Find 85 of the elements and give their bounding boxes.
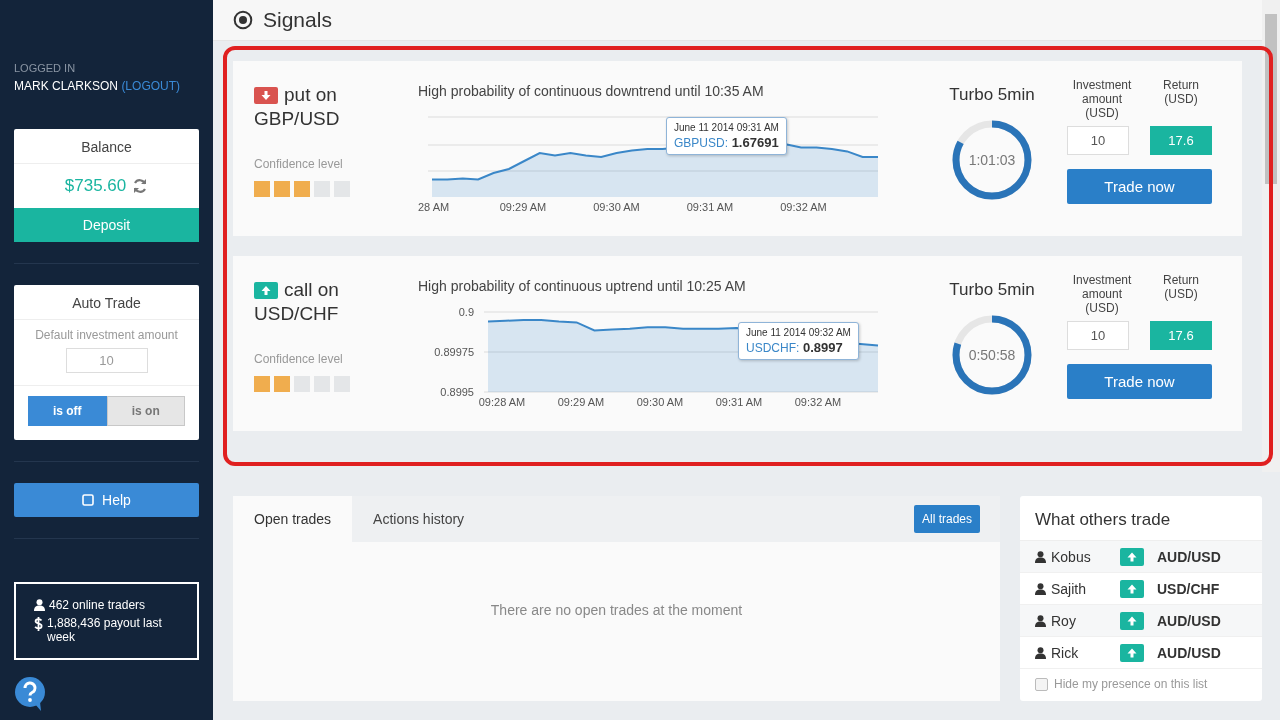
currency-pair: AUD/USD [1157, 644, 1221, 661]
axis-label: 28 AM [418, 201, 450, 213]
toggle-option[interactable]: is off [28, 396, 107, 426]
trader-name: Sajith [1051, 580, 1088, 597]
field-label: Default investment amount [34, 327, 179, 344]
target-icon [233, 10, 253, 30]
product-name: Turbo 5min [949, 85, 1035, 105]
trader-name: Kobus [1051, 548, 1092, 565]
stat-text: 1,888,436 payout last week [47, 616, 163, 644]
confidence-label: Confidence level [254, 157, 343, 171]
help-chat-icon[interactable] [13, 676, 47, 712]
help-button[interactable]: Help [14, 483, 199, 517]
tooltip-time: June 11 2014 09:31 AM [674, 122, 779, 133]
axis-label: 0.8995 [440, 386, 474, 398]
axis-label: 09:30 AM [636, 396, 684, 408]
return-label: Return (USD) [1162, 273, 1200, 303]
confidence-square [274, 376, 290, 392]
forecast-text: High probability of continuous downtrend until 10:35 AM [418, 83, 765, 99]
axis-label: 09:31 AM [715, 396, 763, 408]
confidence-square [274, 181, 290, 197]
investment-label: Investment amount (USD) [1071, 273, 1133, 315]
trader-name: Rick [1051, 644, 1080, 661]
investment-label: Investment amount (USD) [1071, 78, 1133, 120]
axis-label: 0.9 [458, 306, 474, 318]
person-icon [1035, 550, 1046, 563]
person-icon [1035, 646, 1046, 659]
signal-pair: GBP/USD [254, 107, 340, 131]
return-value: 17.6 [1150, 321, 1212, 350]
investment-input[interactable]: 10 [1067, 321, 1129, 350]
amount-input[interactable]: 10 [65, 348, 148, 373]
tooltip-symbol: GBPUSD: [674, 136, 728, 150]
currency-pair: AUD/USD [1157, 612, 1221, 629]
tooltip-value: 0.8997 [802, 340, 843, 355]
tab[interactable]: Open trades [233, 496, 353, 542]
countdown-time: 1:01:03 [968, 152, 1016, 168]
checkbox-label: Hide my presence on this list [1054, 677, 1208, 691]
logout-link[interactable]: (LOGOUT) [121, 79, 181, 93]
currency-pair: AUD/USD [1157, 548, 1221, 565]
axis-label: 09:30 AM [593, 201, 640, 213]
tab[interactable]: Actions history [352, 496, 486, 542]
return-label: Return (USD) [1162, 78, 1200, 108]
axis-label: 0.89975 [434, 346, 474, 358]
tooltip-value: 1.67691 [731, 135, 779, 150]
currency-pair: USD/CHF [1157, 580, 1220, 597]
signal-pair: USD/CHF [254, 302, 339, 326]
confidence-square [254, 181, 270, 197]
empty-message: There are no open trades at the moment [489, 602, 744, 618]
all-trades-button[interactable]: All trades [913, 505, 980, 533]
axis-label: 09:29 AM [499, 201, 547, 213]
page-title: Signals [263, 8, 332, 32]
axis-label: 09:29 AM [557, 396, 605, 408]
signal-action: put on [284, 83, 337, 107]
person-icon [1035, 614, 1046, 627]
card-title: Auto Trade [14, 285, 199, 320]
axis-label: 09:32 AM [794, 396, 842, 408]
confidence-square [294, 181, 310, 197]
deposit-button[interactable]: Deposit [14, 208, 199, 242]
confidence-square [254, 376, 270, 392]
balance-amount: $735.60 [64, 176, 127, 196]
confidence-label: Confidence level [254, 352, 343, 366]
axis-label: 09:31 AM [686, 201, 734, 213]
tooltip-symbol: USDCHF: [746, 341, 800, 355]
person-icon [1035, 582, 1046, 595]
stat-text: 462 online traders [49, 598, 146, 612]
login-status: LOGGED IN [14, 62, 77, 74]
trade-button[interactable]: Trade now [1067, 169, 1212, 204]
product-name: Turbo 5min [949, 280, 1035, 300]
return-value: 17.6 [1150, 126, 1212, 155]
axis-label: 09:28 AM [478, 396, 526, 408]
checkbox[interactable] [1035, 677, 1048, 691]
toggle-option[interactable]: is on [106, 396, 185, 426]
axis-label: 09:32 AM [780, 201, 827, 213]
dollar-icon [34, 617, 43, 631]
countdown-time: 0:50:58 [968, 347, 1016, 363]
refresh-icon[interactable] [132, 178, 149, 194]
card-title: Balance [14, 129, 199, 164]
investment-input[interactable]: 10 [1067, 126, 1129, 155]
forecast-text: High probability of continuous uptrend until 10:25 AM [418, 278, 747, 294]
trader-name: Roy [1051, 612, 1077, 629]
trade-button[interactable]: Trade now [1067, 364, 1212, 399]
tooltip-time: June 11 2014 09:32 AM [746, 327, 851, 338]
user-name: MARK CLARKSON [14, 79, 119, 93]
square-icon [82, 494, 95, 506]
signal-action: call on [284, 278, 339, 302]
person-icon [34, 599, 45, 611]
